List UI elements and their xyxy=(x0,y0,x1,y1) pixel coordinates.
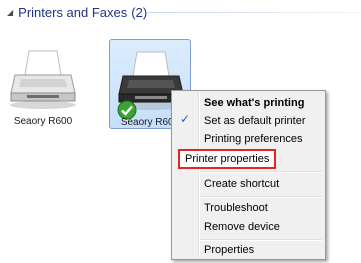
menu-item-set-default[interactable]: Set as default printer xyxy=(204,112,306,130)
collapse-arrow-icon[interactable]: ◢ xyxy=(7,8,13,17)
context-menu: See what's printing ✓ Set as default pri… xyxy=(171,90,326,260)
printer-label: Seaory R600 xyxy=(13,116,73,127)
menu-item-printing-preferences[interactable]: Printing preferences xyxy=(204,130,302,148)
menu-item-create-shortcut[interactable]: Create shortcut xyxy=(204,175,279,193)
printer-icon xyxy=(10,50,76,109)
menu-item-printer-properties[interactable]: Printer properties xyxy=(178,149,277,169)
menu-gutter xyxy=(198,93,200,257)
group-header[interactable]: ◢ Printers and Faxes (2) xyxy=(7,4,147,20)
group-title: Printers and Faxes xyxy=(18,4,128,20)
group-divider xyxy=(146,12,361,13)
printer-item[interactable]: Seaory R600 xyxy=(2,39,84,129)
group-count: (2) xyxy=(131,4,148,20)
checkmark-icon: ✓ xyxy=(180,112,191,126)
menu-separator xyxy=(200,196,322,198)
menu-separator xyxy=(200,171,322,173)
menu-item-remove-device[interactable]: Remove device xyxy=(204,218,280,236)
menu-item-properties[interactable]: Properties xyxy=(204,241,254,259)
menu-item-see-whats-printing[interactable]: See what's printing xyxy=(204,94,304,112)
menu-item-troubleshoot[interactable]: Troubleshoot xyxy=(204,199,268,217)
